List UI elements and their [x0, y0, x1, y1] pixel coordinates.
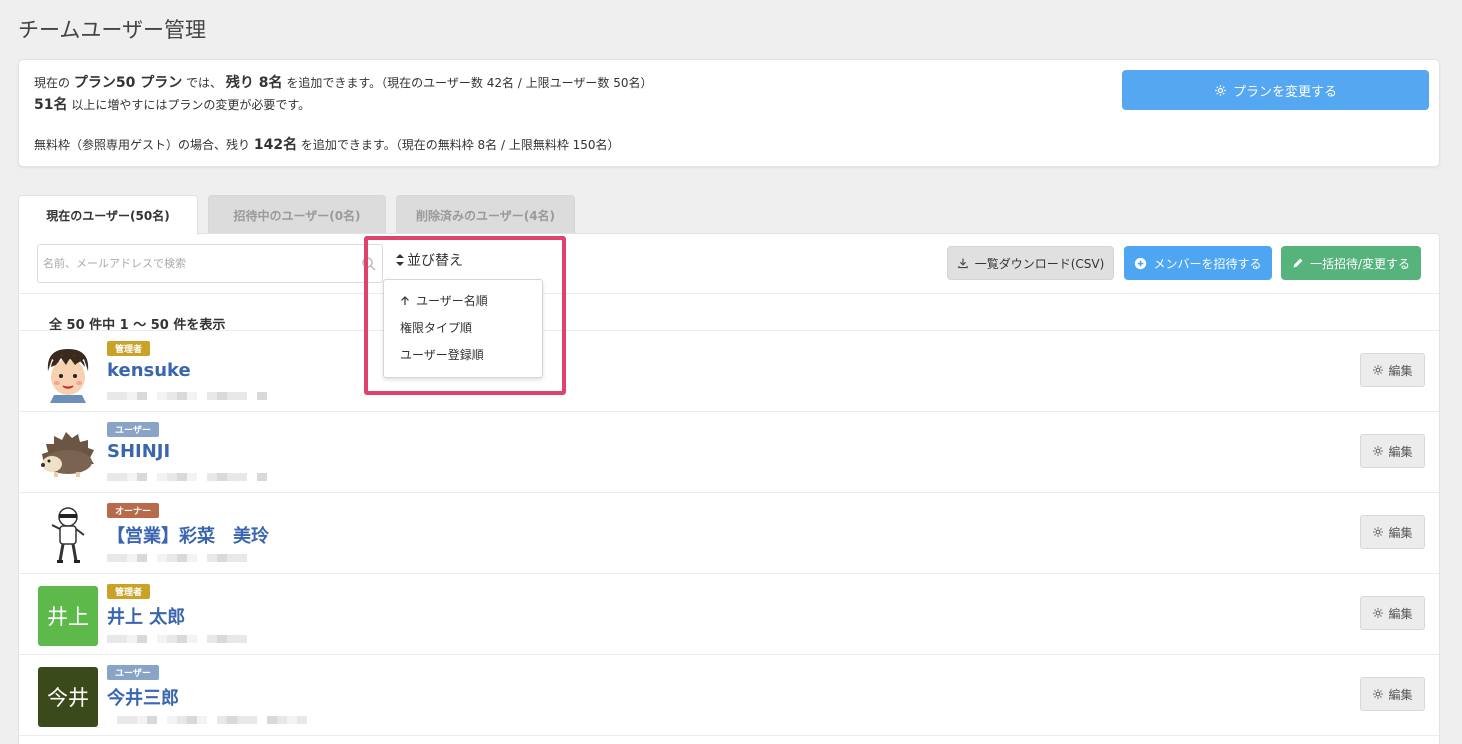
sort-option-username[interactable]: ユーザー名順: [384, 287, 542, 314]
gear-icon: [1373, 689, 1384, 699]
edit-label: 編集: [1388, 363, 1413, 378]
gear-icon: [1373, 608, 1384, 618]
user-row: 井上 管理者 井上 太郎 編集: [19, 574, 1439, 655]
role-badge: 管理者: [107, 584, 151, 599]
sort-icon: [396, 254, 404, 266]
email-redacted: [107, 473, 267, 481]
sort-option-label: ユーザー登録順: [400, 348, 484, 362]
tab-current-users[interactable]: 現在のユーザー(50名): [18, 195, 198, 235]
search-input[interactable]: [38, 245, 354, 282]
divider: [19, 293, 1439, 294]
email-redacted: [107, 392, 267, 400]
invite-member-button[interactable]: メンバーを招待する: [1124, 246, 1272, 280]
plan-info-line-2: 51名 以上に増やすにはプランの変更が必要です。: [34, 94, 310, 114]
edit-button[interactable]: 編集: [1360, 677, 1425, 711]
role-badge: オーナー: [107, 503, 160, 518]
edit-label: 編集: [1388, 606, 1413, 621]
change-plan-label: プランを変更する: [1232, 84, 1337, 100]
gear-icon: [1373, 527, 1384, 537]
email-redacted: [107, 635, 257, 643]
gear-icon: [1373, 365, 1384, 375]
sort-option-label: ユーザー名順: [416, 294, 488, 308]
bulk-invite-button[interactable]: 一括招待/変更する: [1281, 246, 1421, 280]
avatar: 今井: [38, 667, 98, 727]
hedgehog-illustration-icon: [41, 432, 94, 477]
role-badge: ユーザー: [107, 665, 159, 680]
user-name-link[interactable]: 今井三郎: [107, 684, 179, 710]
plan-text: 現在の: [34, 76, 71, 90]
sort-option-permission[interactable]: 権限タイプ順: [384, 314, 542, 341]
sort-option-label: 権限タイプ順: [400, 321, 473, 335]
email-redacted: [107, 554, 257, 562]
search-icon[interactable]: [361, 256, 377, 272]
plan-text: では、: [186, 76, 223, 90]
change-plan-button[interactable]: プランを変更する: [1122, 70, 1429, 110]
edit-label: 編集: [1388, 444, 1413, 459]
invite-member-label: メンバーを招待する: [1153, 256, 1262, 271]
user-name-link[interactable]: kensuke: [107, 360, 191, 381]
plan-text: 無料枠（参照専用ゲスト）の場合、残り: [34, 138, 251, 152]
boy-illustration-icon: [47, 349, 89, 403]
email-redacted: [117, 716, 307, 724]
avatar-initials: 井上: [47, 605, 89, 629]
user-row: オーナー 【営業】彩菜 美玲 編集: [19, 493, 1439, 574]
avatar: [38, 505, 98, 565]
sort-label: 並び替え: [407, 253, 463, 269]
edit-label: 編集: [1388, 525, 1413, 540]
edit-button[interactable]: 編集: [1360, 353, 1425, 387]
user-name-link[interactable]: 【営業】彩菜 美玲: [107, 522, 269, 548]
gear-icon: [1215, 84, 1226, 96]
plan-threshold: 51名: [34, 97, 68, 113]
page-title: チームユーザー管理: [18, 18, 206, 42]
sort-dropdown-menu: ユーザー名順 権限タイプ順 ユーザー登録順: [383, 279, 543, 378]
edit-button[interactable]: 編集: [1360, 515, 1425, 549]
tab-deleted-users[interactable]: 削除済みのユーザー(4名): [396, 195, 575, 234]
user-row: 今井 ユーザー 今井三郎 編集: [19, 655, 1439, 736]
tab-invited-users[interactable]: 招待中のユーザー(0名): [208, 195, 386, 234]
arrow-up-icon: [401, 295, 409, 305]
bulk-invite-label: 一括招待/変更する: [1309, 256, 1411, 271]
search-box: [37, 244, 383, 283]
plan-info-line-3: 無料枠（参照専用ゲスト）の場合、残り 142名 を追加できます。（現在の無料枠 …: [34, 134, 620, 154]
sort-dropdown-toggle[interactable]: 並び替え: [395, 250, 463, 270]
plan-remaining: 残り 8名: [225, 75, 283, 91]
plan-info-line-1: 現在の プラン50 プラン では、 残り 8名 を追加できます。（現在のユーザー…: [34, 72, 653, 92]
avatar: [38, 424, 98, 484]
free-remaining: 142名: [253, 137, 298, 153]
plan-text: を追加できます。（現在のユーザー数 42名 / 上限ユーザー数 50名）: [286, 76, 653, 90]
avatar: 井上: [38, 586, 98, 646]
edit-button[interactable]: 編集: [1360, 596, 1425, 630]
download-icon: [958, 258, 968, 269]
role-badge: ユーザー: [107, 422, 159, 437]
plus-circle-icon: [1135, 257, 1147, 269]
edit-button[interactable]: 編集: [1360, 434, 1425, 468]
plan-name: プラン50 プラン: [73, 75, 183, 91]
pencil-icon: [1293, 258, 1303, 268]
csv-download-button[interactable]: 一覧ダウンロード(CSV): [947, 246, 1114, 280]
avatar-initials: 今井: [47, 686, 89, 710]
plan-text: 以上に増やすにはプランの変更が必要です。: [71, 98, 311, 112]
role-badge: 管理者: [107, 341, 151, 356]
sort-option-registration[interactable]: ユーザー登録順: [384, 341, 542, 368]
user-name-link[interactable]: SHINJI: [107, 441, 170, 462]
plan-text: を追加できます。（現在の無料枠 8名 / 上限無料枠 150名）: [300, 138, 620, 152]
edit-label: 編集: [1388, 687, 1413, 702]
user-name-link[interactable]: 井上 太郎: [107, 603, 185, 629]
ninja-illustration-icon: [51, 507, 85, 563]
plan-info-box: 現在の プラン50 プラン では、 残り 8名 を追加できます。（現在のユーザー…: [18, 59, 1440, 167]
user-row: ユーザー SHINJI 編集: [19, 412, 1439, 493]
user-row: 管理者 kensuke 編集: [19, 331, 1439, 412]
user-list-panel: 一覧ダウンロード(CSV) メンバーを招待する 一括招待/変更する 全 50 件…: [18, 233, 1440, 744]
csv-download-label: 一覧ダウンロード(CSV): [974, 256, 1105, 271]
avatar: [38, 343, 98, 403]
gear-icon: [1373, 446, 1384, 456]
